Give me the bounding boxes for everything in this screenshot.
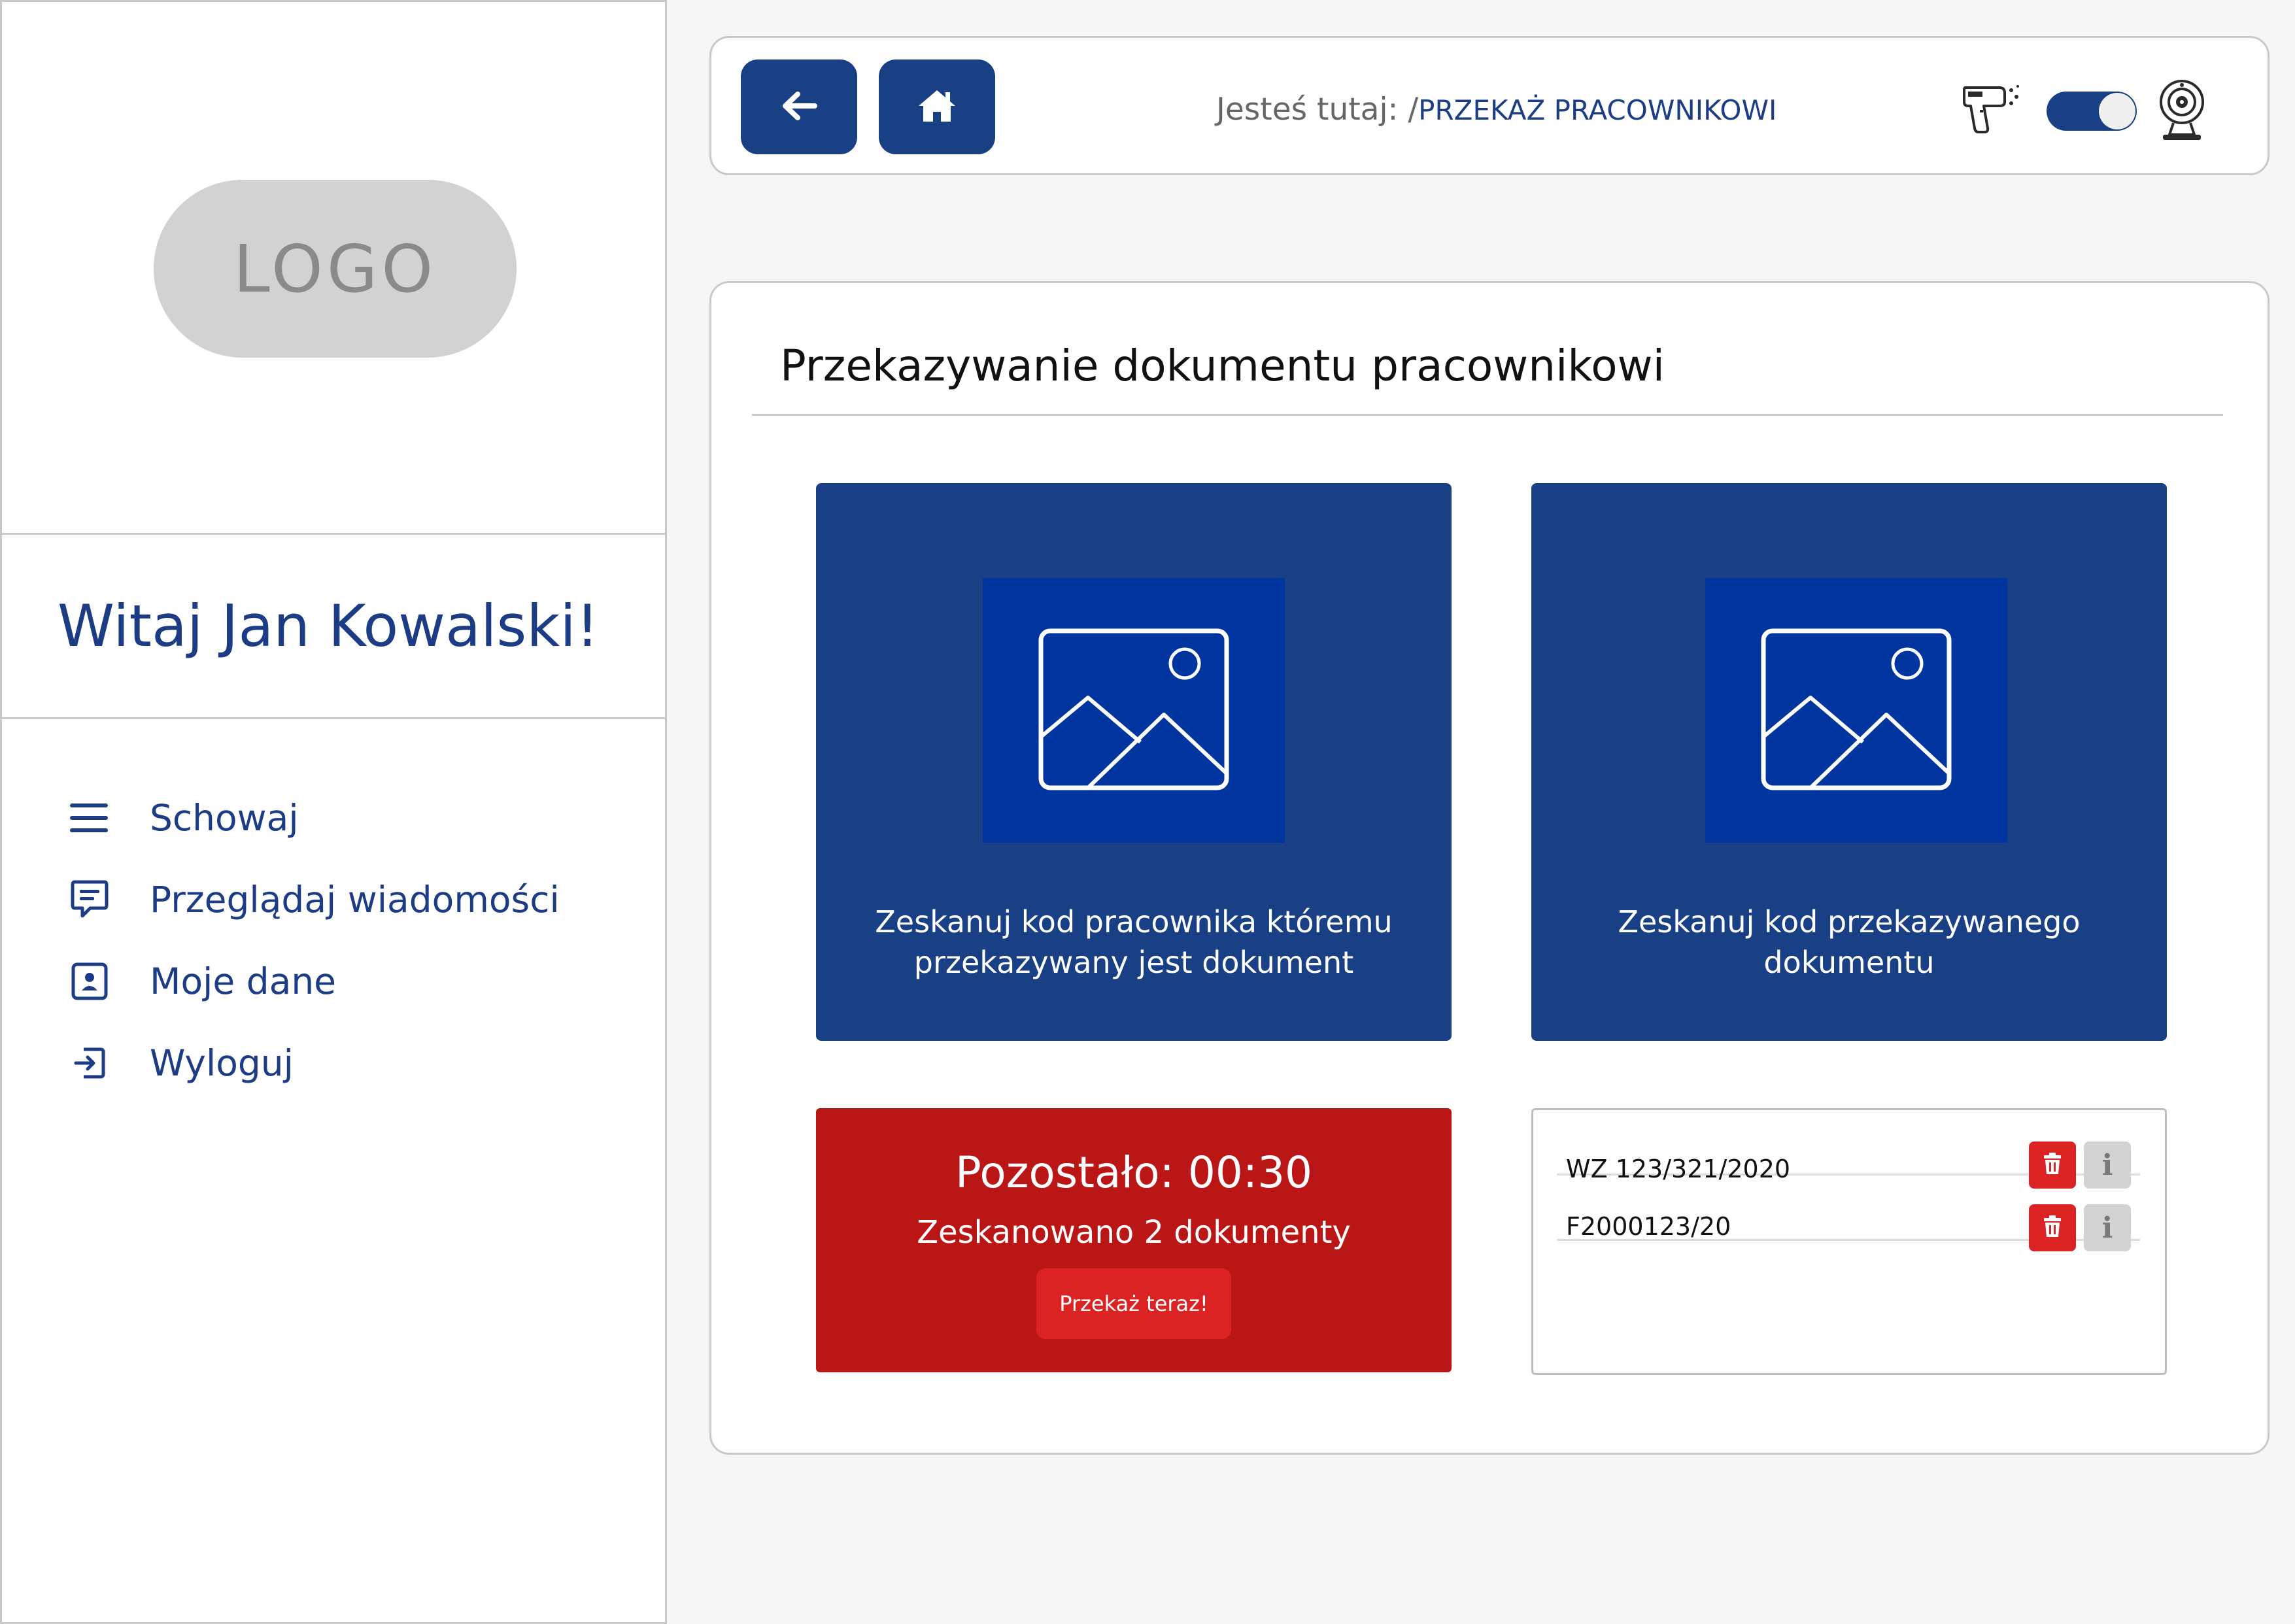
document-code: F2000123/20 (1566, 1212, 1731, 1241)
sidebar-item-label: Przeglądaj wiadomości (150, 878, 560, 921)
toggle-knob (2099, 93, 2135, 129)
info-icon: i (2101, 1211, 2113, 1245)
logout-icon (66, 1040, 113, 1087)
scanned-documents-list: WZ 123/321/2020 i F2000123/20 i (1531, 1108, 2167, 1375)
breadcrumb-current[interactable]: PRZEKAŻ PRACOWNIKOWI (1418, 94, 1776, 126)
page-title: Przekazywanie dokumentu pracownikowi (780, 341, 1665, 391)
scanned-count: Zeskanowano 2 dokumenty (917, 1214, 1351, 1251)
trash-icon (2043, 1215, 2062, 1240)
scan-document-instruction: Zeskanuj kod przekazywanego dokumentu (1618, 904, 2081, 980)
profile-icon (66, 958, 113, 1005)
breadcrumb: Jesteś tutaj: /PRZEKAŻ PRACOWNIKOWI (1216, 92, 1776, 127)
home-button[interactable] (879, 59, 995, 154)
menu-icon (66, 794, 113, 841)
timer-card: Pozostało: 00:30 Zeskanowano 2 dokumenty… (816, 1108, 1452, 1372)
greeting-text: Witaj Jan Kowalski! (58, 592, 600, 660)
time-remaining: Pozostało: 00:30 (955, 1147, 1313, 1198)
scan-employee-instruction: Zeskanuj kod pracownika któremu przekazy… (875, 904, 1393, 980)
transfer-now-button[interactable]: Przekaż teraz! (1036, 1268, 1231, 1339)
sidebar-item-label: Moje dane (150, 960, 337, 1002)
image-placeholder-icon (1036, 626, 1232, 796)
main-panel: Przekazywanie dokumentu pracownikowi Zes… (709, 281, 2270, 1455)
arrow-left-icon (779, 90, 819, 125)
back-button[interactable] (741, 59, 857, 154)
delete-button[interactable] (2029, 1204, 2076, 1251)
trash-icon (2043, 1153, 2062, 1177)
image-placeholder-icon (1758, 626, 1954, 796)
scanner-toggle[interactable] (2047, 92, 2137, 131)
sidebar-item-profile[interactable]: Moje dane (2, 940, 665, 1022)
logo: LOGO (154, 180, 517, 358)
breadcrumb-prefix: Jesteś tutaj: / (1216, 92, 1419, 127)
sidebar-item-label: Wyloguj (150, 1041, 294, 1084)
top-bar: Jesteś tutaj: /PRZEKAŻ PRACOWNIKOWI (709, 36, 2270, 175)
sidebar-nav: Schowaj Przeglądaj wiadomości Moje dane … (2, 777, 665, 1104)
list-item: F2000123/20 i (1557, 1176, 2140, 1251)
image-placeholder (1705, 578, 2007, 843)
info-button[interactable]: i (2084, 1204, 2131, 1251)
sidebar-item-label: Schowaj (150, 796, 299, 839)
scan-employee-card[interactable]: Zeskanuj kod pracownika któremu przekazy… (816, 483, 1452, 1041)
greeting-area: Witaj Jan Kowalski! (2, 535, 665, 719)
sidebar-item-messages[interactable]: Przeglądaj wiadomości (2, 858, 665, 940)
sidebar-item-hide[interactable]: Schowaj (2, 777, 665, 858)
list-item: WZ 123/321/2020 i (1557, 1110, 2140, 1189)
image-placeholder (983, 578, 1285, 843)
title-divider (752, 414, 2223, 416)
logo-area: LOGO (2, 2, 665, 535)
sidebar: LOGO Witaj Jan Kowalski! Schowaj Przeglą… (0, 0, 667, 1624)
message-icon (66, 876, 113, 923)
sidebar-item-logout[interactable]: Wyloguj (2, 1022, 665, 1104)
barcode-scanner-icon[interactable] (1962, 81, 2022, 136)
webcam-icon[interactable] (2155, 75, 2209, 143)
scan-document-card[interactable]: Zeskanuj kod przekazywanego dokumentu (1531, 483, 2167, 1041)
home-icon (917, 88, 957, 126)
